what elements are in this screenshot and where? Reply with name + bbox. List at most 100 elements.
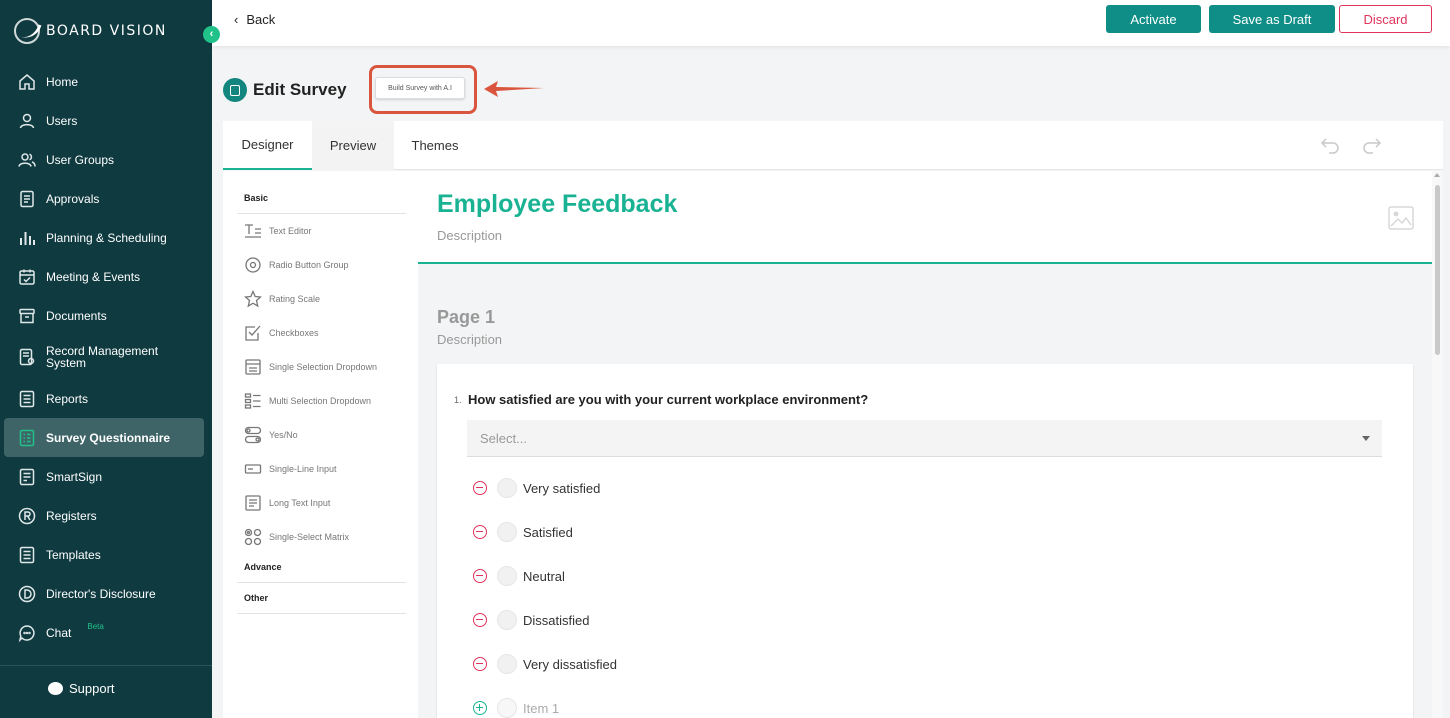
save-draft-button[interactable]: Save as Draft	[1209, 5, 1335, 33]
back-label: Back	[246, 12, 276, 27]
choice-label[interactable]: Very satisfied	[523, 481, 600, 496]
toolbox-item-text-editor[interactable]: Text Editor	[244, 222, 312, 240]
radio-icon	[497, 654, 517, 674]
sidebar-item-records[interactable]: Record Management System	[0, 335, 212, 379]
sidebar-item-label: Reports	[46, 391, 89, 406]
sidebar-item-label: Meeting & Events	[46, 269, 141, 284]
divider	[237, 613, 406, 614]
survey-title[interactable]: Employee Feedback	[437, 190, 677, 219]
brand-logo[interactable]: BOARD VISION	[14, 18, 167, 44]
choice-item: Very satisfied	[473, 477, 600, 499]
new-choice-label[interactable]: Item 1	[523, 701, 559, 716]
toolbox-item-label: Rating Scale	[269, 294, 321, 304]
choice-label[interactable]: Dissatisfied	[523, 613, 589, 628]
remove-choice-icon[interactable]	[473, 525, 487, 539]
survey-description[interactable]: Description	[437, 228, 502, 243]
brand-name: BOARD VISION	[46, 23, 167, 39]
radio-icon	[497, 522, 517, 542]
question-card[interactable]: 1. How satisfied are you with your curre…	[437, 364, 1413, 718]
sidebar-item-survey[interactable]: Survey Questionnaire	[4, 418, 204, 457]
sidebar-item-registers[interactable]: Registers	[0, 496, 212, 535]
image-icon[interactable]	[1388, 206, 1414, 230]
sidebar-item-planning[interactable]: Planning & Scheduling	[0, 218, 212, 257]
disclosure-icon	[18, 585, 36, 603]
choice-label[interactable]: Very dissatisfied	[523, 657, 617, 672]
page-title[interactable]: Page 1	[437, 307, 495, 328]
chevron-left-icon: ‹	[234, 12, 239, 27]
sidebar-item-reports[interactable]: Reports	[0, 379, 212, 418]
sidebar-item-users[interactable]: Users	[0, 101, 212, 140]
user-icon	[18, 112, 36, 130]
undo-icon[interactable]	[1320, 136, 1340, 154]
build-survey-ai-button[interactable]: Build Survey with A.I	[375, 77, 465, 99]
discard-button[interactable]: Discard	[1339, 5, 1432, 33]
sidebar-item-home[interactable]: Home	[0, 62, 212, 101]
sidebar-item-documents[interactable]: Documents	[0, 296, 212, 335]
redo-icon[interactable]	[1362, 136, 1382, 154]
smartsign-icon	[18, 468, 36, 486]
remove-choice-icon[interactable]	[473, 613, 487, 627]
radio-icon	[497, 698, 517, 718]
back-button[interactable]: ‹ Back	[234, 12, 275, 27]
toolbox-item-label: Text Editor	[269, 226, 312, 236]
remove-choice-icon[interactable]	[473, 481, 487, 495]
tab-designer[interactable]: Designer	[223, 121, 312, 170]
canvas-scrollbar[interactable]	[1432, 171, 1443, 718]
toolbox-item-single-dropdown[interactable]: Single Selection Dropdown	[244, 358, 377, 376]
scroll-up-icon[interactable]	[1434, 173, 1440, 177]
toolbox-section-other[interactable]: Other	[244, 593, 268, 603]
dropdown-icon	[245, 359, 261, 375]
toggle-icon	[244, 426, 262, 444]
support-label: Support	[69, 681, 115, 696]
approvals-icon	[18, 190, 36, 208]
radio-icon	[497, 566, 517, 586]
toolbox-item-multi-dropdown[interactable]: Multi Selection Dropdown	[244, 392, 371, 410]
scroll-thumb[interactable]	[1435, 185, 1440, 355]
sidebar-item-templates[interactable]: Templates	[0, 535, 212, 574]
toolbox-item-label: Multi Selection Dropdown	[269, 396, 372, 406]
choice-label[interactable]: Satisfied	[523, 525, 573, 540]
toolbox-item-long-text[interactable]: Long Text Input	[244, 494, 330, 512]
toolbox-item-yes-no[interactable]: Yes/No	[244, 426, 298, 444]
dropdown-placeholder: Select...	[480, 431, 527, 446]
question-dropdown[interactable]: Select...	[467, 420, 1382, 457]
toolbox-item-matrix[interactable]: Single-Select Matrix	[244, 528, 349, 546]
logo-icon	[14, 18, 40, 44]
add-choice-icon[interactable]	[473, 701, 487, 715]
question-text[interactable]: How satisfied are you with your current …	[468, 392, 868, 407]
text-editor-icon	[245, 224, 261, 238]
toolbox-section-basic[interactable]: Basic	[244, 193, 268, 203]
sidebar-item-smartsign[interactable]: SmartSign	[0, 457, 212, 496]
sidebar-item-meetings[interactable]: Meeting & Events	[0, 257, 212, 296]
radio-icon	[497, 610, 517, 630]
activate-button[interactable]: Activate	[1106, 5, 1201, 33]
collapse-sidebar-button[interactable]: ‹	[203, 26, 220, 43]
toolbox-item-rating-scale[interactable]: Rating Scale	[244, 290, 320, 308]
sidebar-item-chat[interactable]: Chat Beta	[0, 613, 212, 652]
annotation-arrow-icon	[484, 81, 544, 97]
page-description[interactable]: Description	[437, 332, 502, 347]
remove-choice-icon[interactable]	[473, 657, 487, 671]
survey-icon	[223, 78, 247, 102]
editor-tabs: Designer Preview Themes	[223, 121, 1443, 170]
sidebar-item-user-groups[interactable]: User Groups	[0, 140, 212, 179]
support-chat-icon	[48, 682, 63, 695]
toolbox-item-single-line[interactable]: Single-Line Input	[244, 460, 337, 478]
sidebar-item-label: Survey Questionnaire	[46, 430, 171, 445]
survey-canvas: Employee Feedback Description Page 1 Des…	[418, 171, 1443, 718]
sidebar: BOARD VISION Home Users User Groups Appr…	[0, 0, 212, 718]
tab-preview[interactable]: Preview	[312, 121, 394, 170]
toolbox-item-label: Single-Line Input	[269, 464, 337, 474]
toolbox-panel: Basic Text Editor Radio Button Group Rat…	[223, 171, 418, 718]
toolbox-item-checkboxes[interactable]: Checkboxes	[244, 324, 319, 342]
toolbox-section-advance[interactable]: Advance	[244, 562, 282, 572]
sidebar-item-disclosure[interactable]: Director's Disclosure	[0, 574, 212, 613]
remove-choice-icon[interactable]	[473, 569, 487, 583]
sidebar-item-approvals[interactable]: Approvals	[0, 179, 212, 218]
tab-themes[interactable]: Themes	[394, 121, 476, 170]
page-title: Edit Survey	[223, 78, 347, 102]
support-button[interactable]: Support	[48, 681, 115, 696]
toolbox-item-label: Yes/No	[269, 430, 298, 440]
toolbox-item-radio-group[interactable]: Radio Button Group	[244, 256, 349, 274]
choice-label[interactable]: Neutral	[523, 569, 565, 584]
